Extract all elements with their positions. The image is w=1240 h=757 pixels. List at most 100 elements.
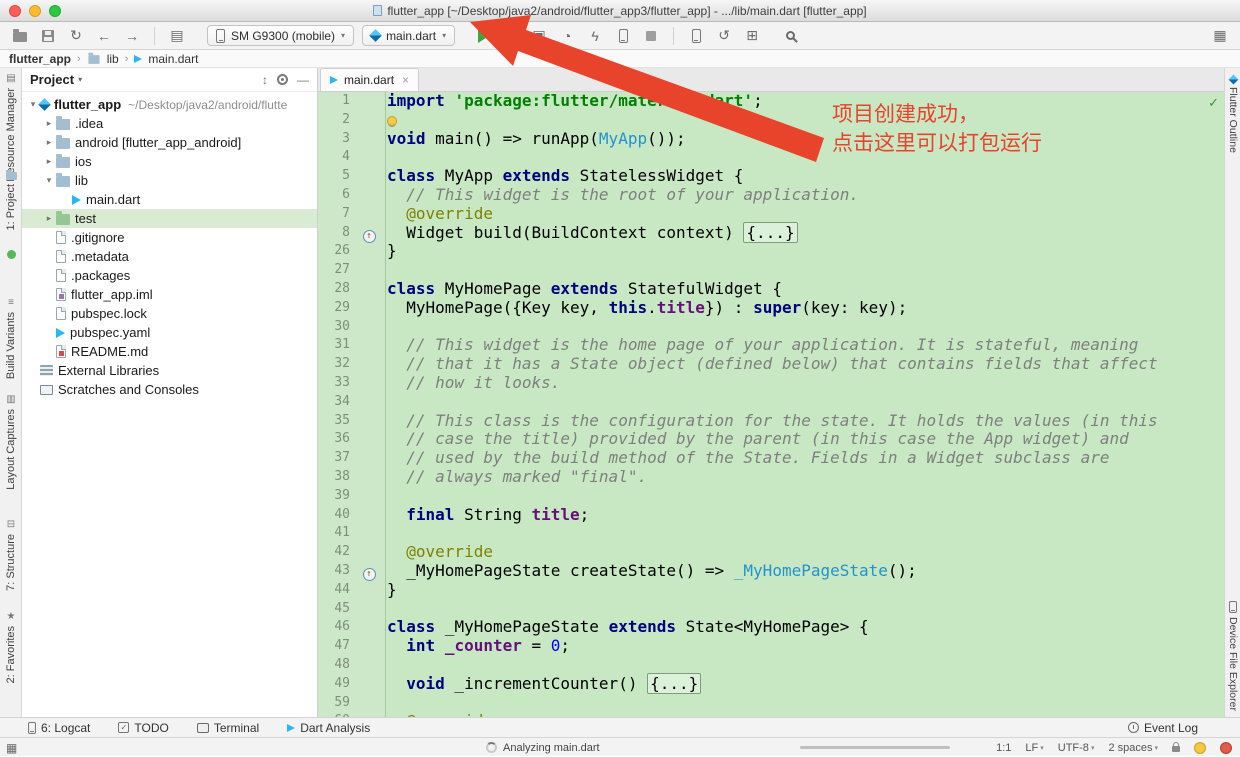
- code-line-7[interactable]: 7 @override: [318, 205, 1224, 224]
- tree-expand-icon[interactable]: ▸: [42, 118, 56, 129]
- code-line-26[interactable]: 26}: [318, 242, 1224, 261]
- hide-panel-icon[interactable]: ―: [297, 73, 309, 87]
- code-line-31[interactable]: 31 // This widget is the home page of yo…: [318, 336, 1224, 355]
- zoom-window-button[interactable]: [49, 5, 61, 17]
- sidebar-item-project[interactable]: 1: Project: [0, 170, 22, 230]
- code-line-30[interactable]: 30: [318, 318, 1224, 337]
- toolwindow-device-file-explorer[interactable]: Device File Explorer: [1225, 601, 1240, 711]
- minimize-window-button[interactable]: [29, 5, 41, 17]
- line-ending-selector[interactable]: LF▾: [1025, 742, 1043, 754]
- code-line-42[interactable]: 42 @override: [318, 543, 1224, 562]
- code-line-48[interactable]: 48: [318, 656, 1224, 675]
- tree-expand-icon[interactable]: ▸: [42, 156, 56, 167]
- code-line-45[interactable]: 45: [318, 600, 1224, 619]
- project-structure-button[interactable]: ▦: [1208, 24, 1232, 48]
- tree-item-flutter-app[interactable]: ▾flutter_app~/Desktop/java2/android/flut…: [22, 95, 317, 114]
- override-marker-icon[interactable]: ↑: [363, 230, 376, 243]
- tree-expand-icon[interactable]: ▸: [42, 213, 56, 224]
- code-line-6[interactable]: 6 // This widget is the root of your app…: [318, 186, 1224, 205]
- open-button[interactable]: [8, 24, 32, 48]
- attach-debugger-button[interactable]: ϟ: [583, 24, 607, 48]
- code-line-36[interactable]: 36 // case the title) provided by the pa…: [318, 430, 1224, 449]
- code-editor[interactable]: 1import 'package:flutter/material.dart';…: [318, 92, 1224, 717]
- gradle-sync-button[interactable]: ↺: [712, 24, 736, 48]
- tree-item--packages[interactable]: .packages: [22, 266, 317, 285]
- code-line-33[interactable]: 33 // how it looks.: [318, 374, 1224, 393]
- back-button[interactable]: ←: [92, 24, 116, 48]
- code-line-27[interactable]: 27: [318, 261, 1224, 280]
- toolwindow-terminal[interactable]: Terminal: [197, 721, 259, 735]
- code-line-2[interactable]: 2: [318, 111, 1224, 130]
- happy-face-icon[interactable]: [1194, 742, 1206, 754]
- code-line-32[interactable]: 32 // that it has a State object (define…: [318, 355, 1224, 374]
- intention-bulb-icon[interactable]: [387, 116, 397, 126]
- caret-position[interactable]: 1:1: [996, 742, 1011, 754]
- tree-item-external-libraries[interactable]: External Libraries: [22, 361, 317, 380]
- tree-item-pubspec-lock[interactable]: pubspec.lock: [22, 304, 317, 323]
- sidebar-item-favorites[interactable]: ★2: Favorites: [0, 612, 22, 683]
- debug-button[interactable]: [499, 24, 523, 48]
- close-tab-icon[interactable]: ×: [402, 73, 409, 87]
- indent-selector[interactable]: 2 spaces▾: [1108, 742, 1158, 754]
- sidebar-item-layout-captures[interactable]: ▥Layout Captures: [0, 395, 22, 490]
- sdk-manager-button[interactable]: ⊞: [740, 24, 764, 48]
- toolwindow-logcat[interactable]: 6: Logcat: [28, 721, 90, 735]
- tree-item-pubspec-yaml[interactable]: pubspec.yaml: [22, 323, 317, 342]
- sync-button[interactable]: ↻: [64, 24, 88, 48]
- tool-windows-toggle-icon[interactable]: ▦: [6, 741, 17, 755]
- inspections-ok-icon[interactable]: ✓: [1208, 95, 1219, 111]
- tree-expand-icon[interactable]: ▸: [42, 137, 56, 148]
- device-selector[interactable]: SM G9300 (mobile) ▾: [207, 25, 354, 46]
- sidebar-item-resource-manager[interactable]: ▤Resource Manager: [0, 74, 22, 182]
- project-view-selector[interactable]: Project▾: [30, 72, 82, 87]
- tree-item--metadata[interactable]: .metadata: [22, 247, 317, 266]
- tree-item-test[interactable]: ▸test: [22, 209, 317, 228]
- breadcrumb-project[interactable]: flutter_app: [9, 52, 71, 66]
- coverage-button[interactable]: ▣: [527, 24, 551, 48]
- readonly-lock-icon[interactable]: [1172, 746, 1180, 752]
- sidebar-item-build-variants[interactable]: ≡Build Variants: [0, 298, 22, 379]
- override-marker-icon[interactable]: ↑: [363, 568, 376, 581]
- code-line-59[interactable]: 59: [318, 694, 1224, 713]
- screenshot-button[interactable]: [611, 24, 635, 48]
- profiler-button[interactable]: ◔: [555, 24, 579, 48]
- code-line-29[interactable]: 29 MyHomePage({Key key, this.title}) : s…: [318, 299, 1224, 318]
- tree-item-lib[interactable]: ▾lib: [22, 171, 317, 190]
- tree-item-flutter-app-iml[interactable]: flutter_app.iml: [22, 285, 317, 304]
- tree-item--gitignore[interactable]: .gitignore: [22, 228, 317, 247]
- toolwindow-todo[interactable]: ✓TODO: [118, 721, 168, 735]
- sad-face-icon[interactable]: [1220, 742, 1232, 754]
- code-line-44[interactable]: 44}: [318, 581, 1224, 600]
- breadcrumb-file[interactable]: main.dart: [148, 52, 198, 66]
- code-line-40[interactable]: 40 final String title;: [318, 506, 1224, 525]
- code-line-38[interactable]: 38 // always marked "final".: [318, 468, 1224, 487]
- code-line-1[interactable]: 1import 'package:flutter/material.dart';: [318, 92, 1224, 111]
- tree-item-android-flutter-app-android-[interactable]: ▸android [flutter_app_android]: [22, 133, 317, 152]
- code-line-3[interactable]: 3void main() => runApp(MyApp());: [318, 130, 1224, 149]
- code-line-43[interactable]: 43↑ _MyHomePageState createState() => _M…: [318, 562, 1224, 581]
- editor-tab-main-dart[interactable]: main.dart ×: [320, 68, 419, 91]
- forward-button[interactable]: →: [120, 24, 144, 48]
- code-line-47[interactable]: 47 int _counter = 0;: [318, 637, 1224, 656]
- code-line-28[interactable]: 28class MyHomePage extends StatefulWidge…: [318, 280, 1224, 299]
- tree-item-scratches-and-consoles[interactable]: Scratches and Consoles: [22, 380, 317, 399]
- search-everywhere-button[interactable]: [780, 24, 804, 48]
- code-line-39[interactable]: 39: [318, 487, 1224, 506]
- tree-item-ios[interactable]: ▸ios: [22, 152, 317, 171]
- run-config-selector[interactable]: main.dart ▾: [362, 25, 455, 46]
- event-log-button[interactable]: Event Log: [1128, 721, 1198, 735]
- save-all-button[interactable]: [36, 24, 60, 48]
- code-line-49[interactable]: 49 void _incrementCounter() {...}: [318, 675, 1224, 694]
- code-line-46[interactable]: 46class _MyHomePageState extends State<M…: [318, 618, 1224, 637]
- sort-icon[interactable]: ↕: [262, 73, 268, 87]
- close-window-button[interactable]: [9, 5, 21, 17]
- run-button[interactable]: [471, 24, 495, 48]
- device-manager-button[interactable]: [684, 24, 708, 48]
- tree-item-readme-md[interactable]: README.md: [22, 342, 317, 361]
- stop-button[interactable]: [639, 24, 663, 48]
- toolwindow-dart-analysis[interactable]: Dart Analysis: [287, 721, 370, 735]
- breadcrumb-lib[interactable]: lib: [107, 52, 119, 66]
- code-line-8[interactable]: 8↑ Widget build(BuildContext context) {.…: [318, 224, 1224, 243]
- gear-icon[interactable]: [277, 74, 288, 85]
- code-line-37[interactable]: 37 // used by the build method of the St…: [318, 449, 1224, 468]
